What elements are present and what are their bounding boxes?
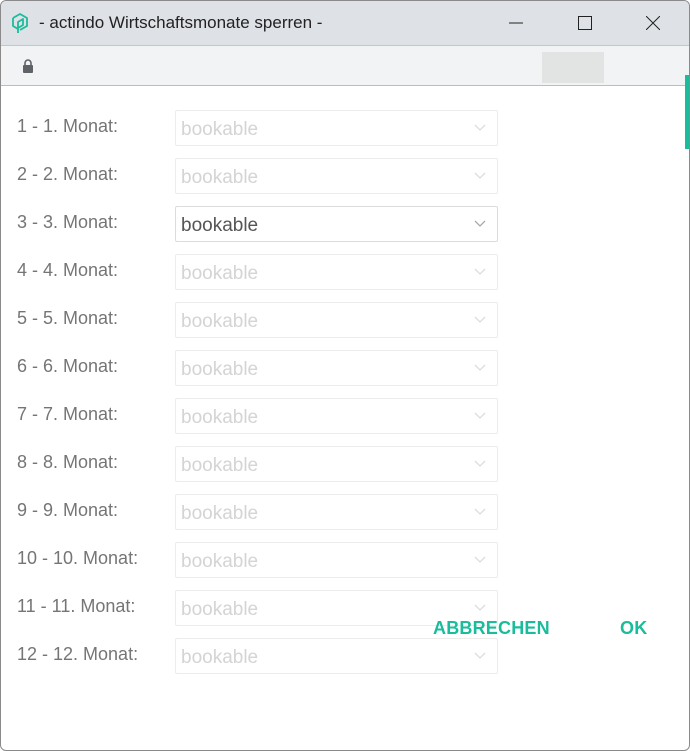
address-bar [1,45,689,86]
month-row: 12 - 12. Monat: bookable [1,638,521,674]
select-value: bookable [181,551,259,572]
maximize-button[interactable] [562,1,608,45]
select-value: bookable [181,167,259,188]
minimize-icon [509,22,523,24]
select-value: bookable [181,359,259,380]
select-value: bookable [181,215,259,236]
month-label: 2 - 2. Monat: [17,164,119,184]
month-label: 10 - 10. Monat: [17,548,139,568]
month-status-select: bookable [175,638,498,674]
month-label: 7 - 7. Monat: [17,404,119,424]
month-status-select[interactable]: bookable [175,206,498,242]
actindo-logo-icon [12,13,28,33]
month-label: 3 - 3. Monat: [17,212,119,232]
chevron-down-icon [474,364,486,371]
month-row: 2 - 2. Monat: bookable [1,158,521,194]
select-value: bookable [181,311,259,332]
select-value: bookable [181,599,259,620]
month-row: 5 - 5. Monat: bookable [1,302,521,338]
minimize-button[interactable] [493,1,539,45]
month-row: 1 - 1. Monat: bookable [1,110,521,146]
chevron-down-icon [474,268,486,275]
cancel-button[interactable]: ABBRECHEN [433,618,550,639]
month-status-select: bookable [175,542,498,578]
lock-icon [23,59,33,73]
close-button[interactable] [630,1,676,45]
month-row: 3 - 3. Monat: bookable [1,206,521,242]
month-row: 9 - 9. Monat: bookable [1,494,521,530]
maximize-icon [578,16,592,30]
month-label: 9 - 9. Monat: [17,500,119,520]
select-value: bookable [181,503,259,524]
month-row: 7 - 7. Monat: bookable [1,398,521,434]
chevron-down-icon [474,316,486,323]
chevron-down-icon [474,124,486,131]
month-label: 8 - 8. Monat: [17,452,119,472]
select-value: bookable [181,647,259,668]
month-status-select: bookable [175,110,498,146]
close-icon [646,16,660,30]
month-status-select: bookable [175,350,498,386]
chevron-down-icon [474,508,486,515]
chevron-down-icon [474,220,486,227]
month-label: 11 - 11. Monat: [17,596,136,616]
window-title: - actindo Wirtschaftsmonate sperren - [39,13,323,32]
select-value: bookable [181,455,259,476]
title-bar: - actindo Wirtschaftsmonate sperren - [1,1,689,45]
month-status-select: bookable [175,494,498,530]
chevron-down-icon [474,172,486,179]
month-label: 6 - 6. Monat: [17,356,119,376]
month-status-select: bookable [175,254,498,290]
address-placeholder [542,52,604,83]
month-status-select: bookable [175,158,498,194]
month-label: 12 - 12. Monat: [17,644,139,664]
month-label: 5 - 5. Monat: [17,308,119,328]
month-label: 4 - 4. Monat: [17,260,119,280]
month-row: 4 - 4. Monat: bookable [1,254,521,290]
select-value: bookable [181,407,259,428]
month-status-select: bookable [175,398,498,434]
month-row: 6 - 6. Monat: bookable [1,350,521,386]
chevron-down-icon [474,412,486,419]
select-value: bookable [181,263,259,284]
month-status-select: bookable [175,302,498,338]
select-value: bookable [181,119,259,140]
chevron-down-icon [474,556,486,563]
chevron-down-icon [474,604,486,611]
ok-button[interactable]: OK [620,618,647,639]
month-status-select: bookable [175,446,498,482]
month-row: 10 - 10. Monat: bookable [1,542,521,578]
chevron-down-icon [474,652,486,659]
month-row: 8 - 8. Monat: bookable [1,446,521,482]
dialog-window: - actindo Wirtschaftsmonate sperren - 1 … [0,0,690,751]
month-lock-form: 1 - 1. Monat: bookable 2 - 2. Monat: boo… [1,87,689,750]
chevron-down-icon [474,460,486,467]
month-label: 1 - 1. Monat: [17,116,119,136]
